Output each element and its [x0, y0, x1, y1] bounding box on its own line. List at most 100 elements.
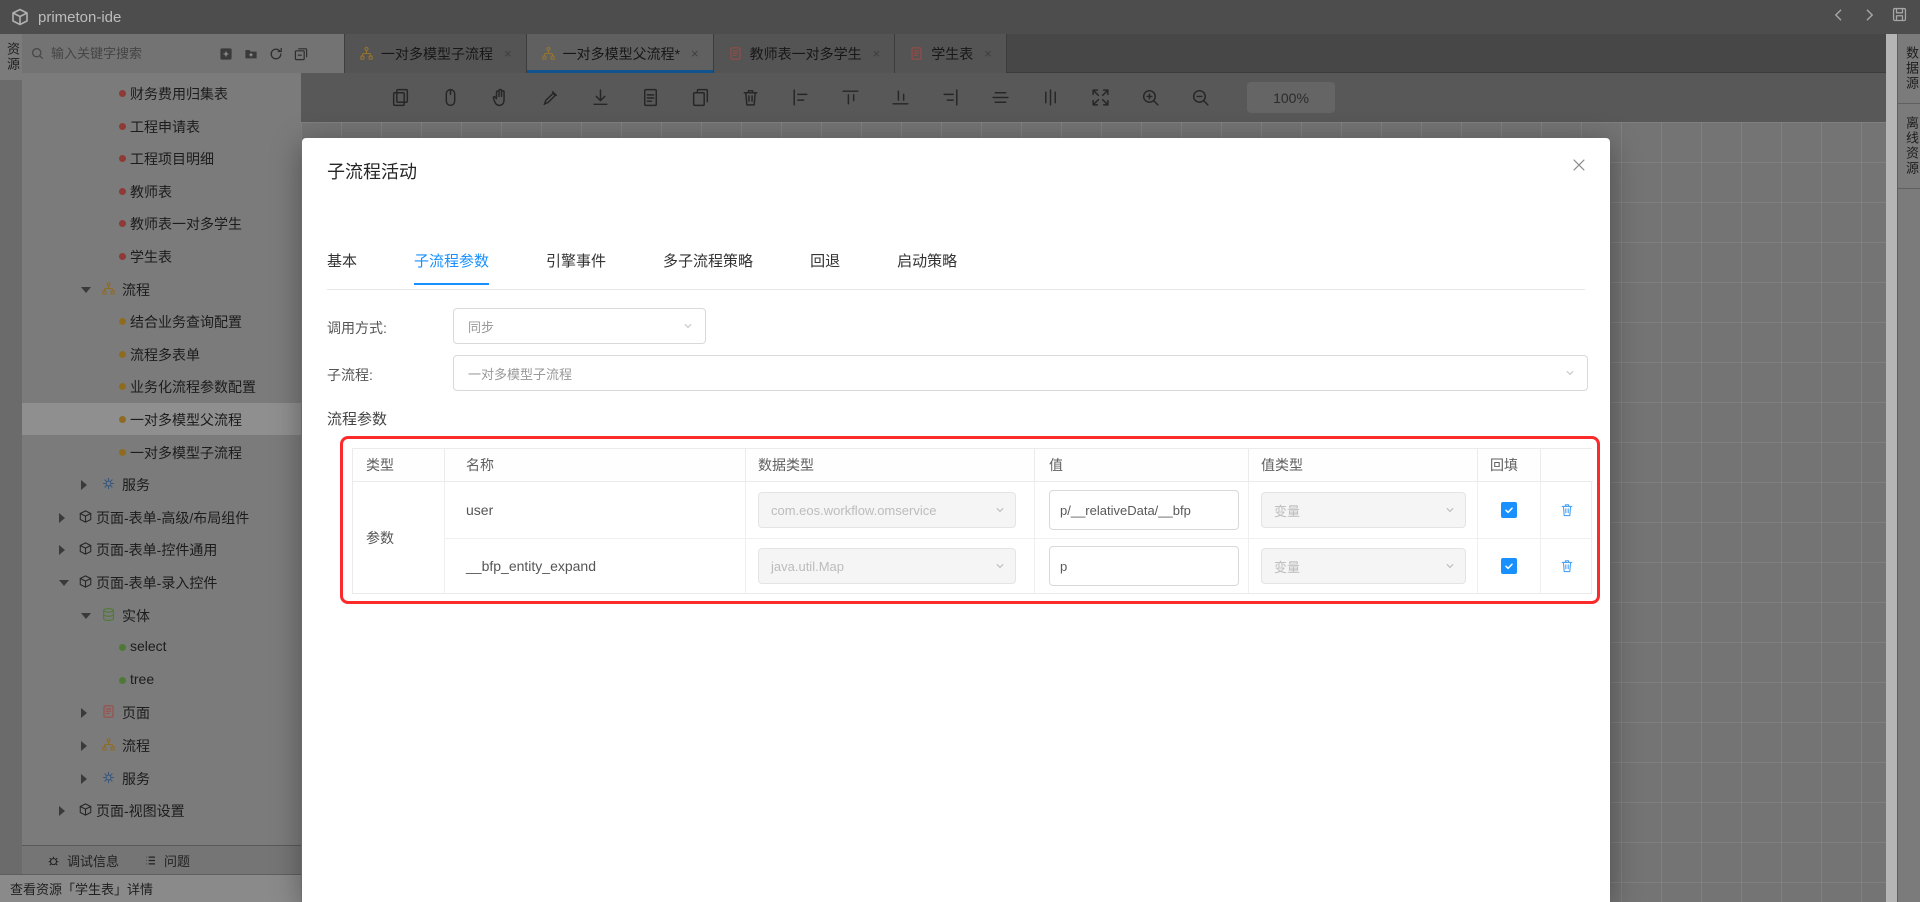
brush-icon[interactable]	[539, 87, 562, 108]
tab-close-icon[interactable]: ×	[984, 46, 992, 61]
save-icon[interactable]	[1891, 6, 1908, 28]
tree-item-19[interactable]: 页面	[22, 696, 301, 728]
editor-tab-0[interactable]: 一对多模型子流程×	[345, 34, 527, 73]
param-name-1: __bfp_entity_expand	[445, 539, 746, 593]
data-type-select-1[interactable]: java.util.Map	[758, 548, 1016, 584]
editor-tab-2[interactable]: 教师表一对多学生×	[714, 34, 896, 73]
search-input[interactable]	[51, 46, 191, 61]
collapse-all-icon[interactable]	[293, 46, 309, 62]
tab-close-icon[interactable]: ×	[504, 46, 512, 61]
value-type-select-1[interactable]: 变量	[1261, 548, 1466, 584]
tree-item-8[interactable]: 流程多表单	[22, 338, 301, 370]
chevron-right-icon[interactable]	[59, 806, 65, 816]
download-icon[interactable]	[589, 87, 612, 108]
dialog-tab-0[interactable]: 基本	[327, 250, 357, 285]
dialog-tab-3[interactable]: 多子流程策略	[663, 250, 753, 285]
align-bottom-icon[interactable]	[889, 87, 912, 108]
tree-item-0[interactable]: 财务费用归集表	[22, 77, 301, 109]
dialog-tab-5[interactable]: 启动策略	[897, 250, 957, 285]
panel-tab-datasource[interactable]: 数据源	[1898, 34, 1920, 104]
chevron-right-icon[interactable]	[81, 480, 87, 490]
back-icon[interactable]	[1831, 7, 1847, 28]
chevron-right-icon[interactable]	[59, 545, 65, 555]
tab-close-icon[interactable]: ×	[691, 46, 699, 61]
problems-button[interactable]: 问题	[143, 851, 190, 870]
panel-tab-offline-resources[interactable]: 离线资源	[1898, 104, 1920, 189]
chevron-down-icon[interactable]	[59, 580, 69, 586]
delete-row-icon[interactable]	[1559, 558, 1575, 574]
tree-item-1[interactable]: 工程申请表	[22, 110, 301, 142]
new-folder-icon[interactable]	[243, 46, 259, 62]
tree-dot-icon	[119, 318, 126, 325]
file-icon[interactable]	[639, 87, 662, 108]
refresh-icon[interactable]	[268, 46, 284, 62]
tree-item-6[interactable]: 流程	[22, 273, 301, 305]
chevron-down-icon[interactable]	[81, 287, 91, 293]
tree-item-7[interactable]: 结合业务查询配置	[22, 305, 301, 337]
tree-item-label: 教师表	[130, 182, 172, 202]
tree-item-15[interactable]: 页面-表单-录入控件	[22, 566, 301, 598]
activity-tab-resources[interactable]: 资源	[0, 34, 22, 80]
editor-tab-1[interactable]: 一对多模型父流程*×	[527, 34, 714, 73]
tree-item-9[interactable]: 业务化流程参数配置	[22, 370, 301, 402]
debug-info-button[interactable]: 调试信息	[46, 851, 119, 870]
copy-icon[interactable]	[389, 87, 412, 108]
fit-screen-icon[interactable]	[1089, 87, 1112, 108]
chevron-down-icon[interactable]	[81, 613, 91, 619]
call-mode-select[interactable]: 同步	[453, 308, 706, 344]
dialog-tab-2[interactable]: 引擎事件	[546, 250, 606, 285]
tree-item-16[interactable]: 实体	[22, 599, 301, 631]
chevron-right-icon[interactable]	[81, 708, 87, 718]
tree-item-13[interactable]: 页面-表单-高级/布局组件	[22, 501, 301, 533]
value-input-0[interactable]	[1049, 490, 1239, 530]
tree-item-20[interactable]: 流程	[22, 729, 301, 761]
forward-icon[interactable]	[1861, 7, 1877, 28]
tree-item-14[interactable]: 页面-表单-控件通用	[22, 533, 301, 565]
canvas-scrollbar[interactable]	[1886, 34, 1897, 902]
close-icon[interactable]	[1570, 156, 1588, 179]
distribute-v-icon[interactable]	[1039, 87, 1062, 108]
writeback-checkbox-0[interactable]	[1501, 502, 1517, 518]
writeback-checkbox-1[interactable]	[1501, 558, 1517, 574]
dialog-tab-4[interactable]: 回退	[810, 250, 840, 285]
align-center-h-icon[interactable]	[989, 87, 1012, 108]
tree-item-2[interactable]: 工程项目明细	[22, 142, 301, 174]
mouse-icon[interactable]	[439, 87, 462, 108]
chevron-right-icon[interactable]	[81, 774, 87, 784]
tree-item-21[interactable]: 服务	[22, 762, 301, 794]
hand-pan-icon[interactable]	[489, 87, 512, 108]
value-input-1[interactable]	[1049, 546, 1239, 586]
zoom-in-icon[interactable]	[1139, 87, 1162, 108]
tree-item-5[interactable]: 学生表	[22, 240, 301, 272]
trash-icon[interactable]	[739, 87, 762, 108]
flow-icon	[101, 281, 116, 296]
tree-item-4[interactable]: 教师表一对多学生	[22, 207, 301, 239]
chevron-right-icon[interactable]	[59, 513, 65, 523]
tree-dot-icon	[119, 644, 126, 651]
value-type-select-0[interactable]: 变量	[1261, 492, 1466, 528]
chevron-down-icon	[993, 503, 1007, 520]
align-top-icon[interactable]	[839, 87, 862, 108]
zoom-out-icon[interactable]	[1189, 87, 1212, 108]
align-left-icon[interactable]	[789, 87, 812, 108]
tree-item-12[interactable]: 服务	[22, 468, 301, 500]
tree-item-3[interactable]: 教师表	[22, 175, 301, 207]
tree-item-17[interactable]: select	[22, 631, 301, 663]
tree-item-10[interactable]: 一对多模型父流程	[22, 403, 301, 435]
align-right-icon[interactable]	[939, 87, 962, 108]
tree-dot-icon	[119, 416, 126, 423]
subprocess-select[interactable]: 一对多模型子流程	[453, 355, 1588, 391]
data-type-select-0[interactable]: com.eos.workflow.omservice	[758, 492, 1016, 528]
chevron-right-icon[interactable]	[81, 741, 87, 751]
import-resource-icon[interactable]	[218, 46, 234, 62]
tab-close-icon[interactable]: ×	[873, 46, 881, 61]
tree-item-18[interactable]: tree	[22, 664, 301, 696]
tree-item-11[interactable]: 一对多模型子流程	[22, 436, 301, 468]
tree-item-22[interactable]: 页面-视图设置	[22, 794, 301, 826]
dialog-tab-1[interactable]: 子流程参数	[414, 250, 489, 285]
file-copy-icon[interactable]	[689, 87, 712, 108]
tree-dot-icon	[119, 188, 126, 195]
editor-tab-3[interactable]: 学生表×	[895, 34, 1007, 73]
delete-row-icon[interactable]	[1559, 502, 1575, 518]
search-box[interactable]	[22, 46, 202, 61]
